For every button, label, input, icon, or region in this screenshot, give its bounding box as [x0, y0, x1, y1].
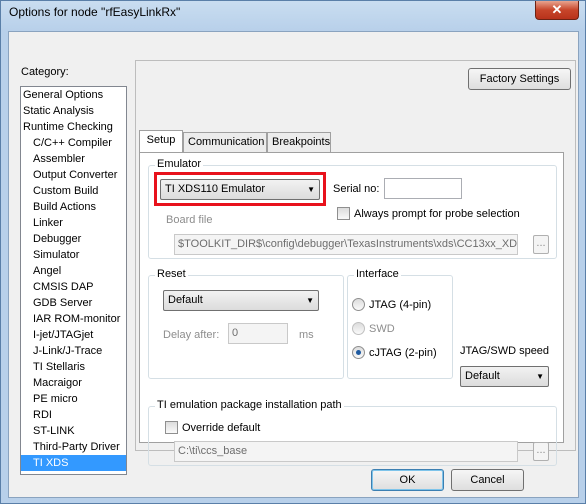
window-title: Options for node "rfEasyLinkRx": [9, 5, 181, 19]
category-label: Category:: [21, 66, 69, 78]
interface-option-label: cJTAG (2-pin): [369, 347, 437, 359]
category-item-angel[interactable]: Angel: [21, 263, 126, 279]
options-dialog: Options for node "rfEasyLinkRx" ✕ Catego…: [0, 0, 586, 504]
override-default-label: Override default: [182, 422, 261, 434]
category-item-pe-micro[interactable]: PE micro: [21, 391, 126, 407]
interface-option-label: JTAG (4-pin): [369, 299, 432, 311]
ti-package-browse-button[interactable]: ...: [533, 442, 549, 461]
category-item-output-converter[interactable]: Output Converter: [21, 167, 126, 183]
category-item-gdb-server[interactable]: GDB Server: [21, 295, 126, 311]
chevron-down-icon: ▼: [536, 372, 544, 381]
category-item-ti-xds[interactable]: TI XDS: [21, 455, 126, 471]
close-button[interactable]: ✕: [535, 1, 579, 20]
chevron-down-icon: ▼: [306, 296, 314, 305]
reset-group-title: Reset: [155, 268, 188, 280]
category-item-c-c-compiler[interactable]: C/C++ Compiler: [21, 135, 126, 151]
setup-tab-page: Emulator TI XDS110 Emulator ▼ Serial no:…: [139, 152, 564, 466]
category-item-j-link-j-trace[interactable]: J-Link/J-Trace: [21, 343, 126, 359]
category-item-static-analysis[interactable]: Static Analysis: [21, 103, 126, 119]
jtag-swd-speed-select[interactable]: Default ▼: [460, 366, 549, 387]
override-default-checkbox[interactable]: [165, 421, 178, 434]
factory-settings-button[interactable]: Factory Settings: [468, 68, 571, 90]
serial-no-label: Serial no:: [333, 183, 380, 195]
serial-no-input[interactable]: [384, 178, 462, 199]
category-item-build-actions[interactable]: Build Actions: [21, 199, 126, 215]
cancel-button[interactable]: Cancel: [451, 469, 524, 491]
category-item-runtime-checking[interactable]: Runtime Checking: [21, 119, 126, 135]
category-item-rdi[interactable]: RDI: [21, 407, 126, 423]
delay-unit-label: ms: [299, 329, 314, 341]
category-item-cmsis-dap[interactable]: CMSIS DAP: [21, 279, 126, 295]
jtag-swd-speed-label: JTAG/SWD speed: [460, 345, 550, 357]
emulator-group-title: Emulator: [155, 158, 204, 170]
interface-radio-2[interactable]: [352, 346, 365, 359]
category-item-custom-build[interactable]: Custom Build: [21, 183, 126, 199]
category-item-st-link[interactable]: ST-LINK: [21, 423, 126, 439]
category-item-linker[interactable]: Linker: [21, 215, 126, 231]
interface-option-label: SWD: [369, 323, 395, 335]
delay-after-input[interactable]: 0: [228, 323, 288, 344]
chevron-down-icon: ▼: [307, 185, 315, 194]
ti-package-group-title: TI emulation package installation path: [155, 399, 344, 411]
ti-package-path-input[interactable]: C:\ti\ccs_base: [174, 441, 518, 462]
title-bar: Options for node "rfEasyLinkRx" ✕: [1, 1, 585, 31]
board-file-browse-button[interactable]: ...: [533, 235, 549, 254]
interface-group-title: Interface: [354, 268, 401, 280]
always-prompt-checkbox[interactable]: [337, 207, 350, 220]
delay-after-label: Delay after:: [163, 329, 220, 341]
interface-radio-0[interactable]: [352, 298, 365, 311]
board-file-input[interactable]: $TOOLKIT_DIR$\config\debugger\TexasInstr…: [174, 234, 518, 255]
always-prompt-label: Always prompt for probe selection: [354, 208, 520, 220]
category-item-assembler[interactable]: Assembler: [21, 151, 126, 167]
emulator-select[interactable]: TI XDS110 Emulator ▼: [160, 179, 320, 200]
tab-communication[interactable]: Communication: [183, 132, 267, 152]
category-list[interactable]: General Options Static Analysis Runtime Ch…: [20, 86, 127, 475]
reset-select[interactable]: Default ▼: [163, 290, 319, 311]
category-item-general-options[interactable]: General Options: [21, 87, 126, 103]
board-file-label: Board file: [166, 214, 213, 226]
category-item-simulator[interactable]: Simulator: [21, 247, 126, 263]
emulator-select-value: TI XDS110 Emulator: [165, 183, 266, 195]
category-item-macraigor[interactable]: Macraigor: [21, 375, 126, 391]
category-item-debugger[interactable]: Debugger: [21, 231, 126, 247]
interface-radio-1[interactable]: [352, 322, 365, 335]
ok-button[interactable]: OK: [371, 469, 444, 491]
reset-select-value: Default: [168, 294, 203, 306]
category-item-iar-rom-monitor[interactable]: IAR ROM-monitor: [21, 311, 126, 327]
category-item-i-jet-jtagjet[interactable]: I-jet/JTAGjet: [21, 327, 126, 343]
category-item-third-party-driver[interactable]: Third-Party Driver: [21, 439, 126, 455]
tab-setup[interactable]: Setup: [139, 130, 183, 152]
jtag-swd-speed-select-value: Default: [465, 370, 500, 382]
tab-breakpoints[interactable]: Breakpoints: [267, 132, 331, 152]
category-item-ti-stellaris[interactable]: TI Stellaris: [21, 359, 126, 375]
dialog-client-area: Category: General Options Static Analysis…: [8, 31, 579, 498]
